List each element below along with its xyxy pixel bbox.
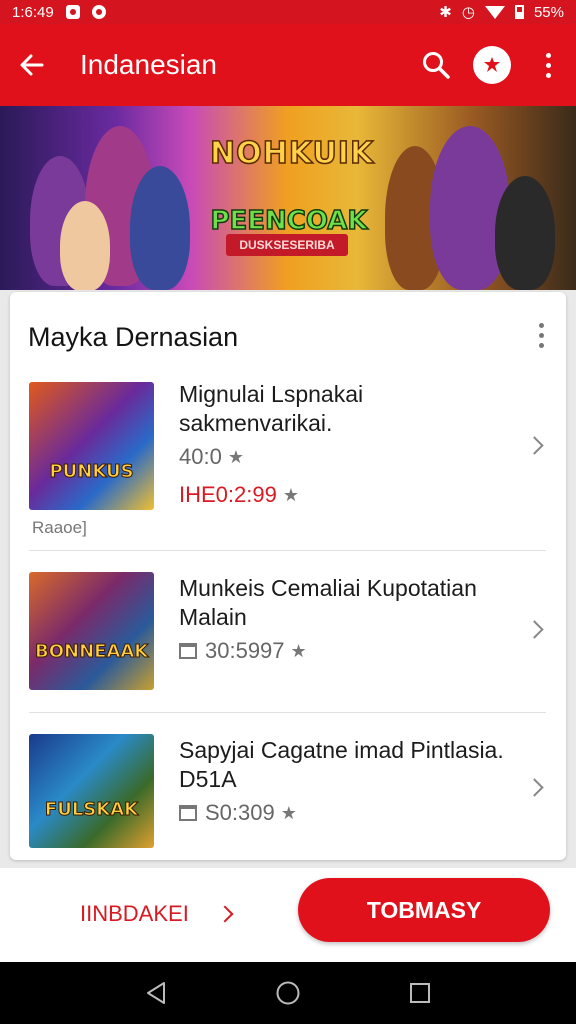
- thumbnail-label: BONNEAAK: [35, 641, 149, 663]
- item-rating: 40:0 ★: [179, 444, 244, 470]
- arrow-back-icon: [20, 54, 44, 76]
- date-value: IHE0:2:99: [179, 482, 277, 507]
- nav-home-icon: [276, 981, 300, 1005]
- item-thumbnail: FULSKAK: [29, 734, 154, 848]
- star-icon: ★: [280, 802, 297, 823]
- calendar-icon: [179, 805, 197, 821]
- list-item[interactable]: PUNKUS Mignulai Lspnakai sakmenvarikai. …: [10, 380, 566, 550]
- clock: 1:6:49: [12, 3, 54, 21]
- search-icon: [423, 52, 450, 79]
- item-thumbnail: BONNEAAK: [29, 572, 154, 690]
- item-title: Sapyjai Cagatne imad Pintlasia. D51A: [179, 737, 504, 792]
- banner-character-art: [495, 176, 555, 290]
- banner-ribbon: DUSKSESERIBA: [226, 234, 348, 256]
- content-card: Mayka Dernasian PUNKUS Mignulai Lspnakai…: [10, 292, 566, 860]
- banner-subtitle: PEENCOAK: [210, 205, 369, 237]
- status-bar: 1:6:49 ✱ ◷ 55%: [0, 0, 576, 24]
- banner-character-art: [60, 201, 110, 290]
- app-bar: Indanesian: [0, 24, 576, 106]
- thumbnail-label: PUNKUS: [49, 461, 134, 483]
- page-title: Indanesian: [80, 49, 218, 80]
- profile-badge-icon: [473, 46, 511, 84]
- chevron-right-icon: [524, 772, 544, 802]
- secondary-button-label: IINBDAKEI: [80, 901, 189, 926]
- item-date: IHE0:2:99 ★: [179, 482, 299, 508]
- alarm-icon: ◷: [461, 4, 475, 21]
- wifi-icon: [484, 5, 505, 19]
- list-item[interactable]: BONNEAAK Munkeis Cemaliai Kupotatian Mal…: [10, 570, 566, 710]
- chevron-right-icon: [524, 614, 544, 644]
- item-title: Mignulai Lspnakai sakmenvarikai.: [179, 381, 364, 436]
- calendar-icon: [179, 643, 197, 659]
- list-item[interactable]: FULSKAK Sapyjai Cagatne imad Pintlasia. …: [10, 732, 566, 860]
- star-icon: ★: [282, 484, 299, 505]
- item-date: 30:5997 ★: [179, 638, 307, 664]
- star-icon: ★: [290, 640, 307, 661]
- overflow-menu-button[interactable]: [520, 37, 576, 93]
- chevron-right-icon: [524, 430, 544, 460]
- bluetooth-icon: ✱: [439, 4, 452, 21]
- section-more-button[interactable]: [526, 320, 556, 350]
- nav-back-icon: [147, 982, 165, 1004]
- back-button[interactable]: [0, 24, 64, 106]
- hero-banner[interactable]: NOHKUIK PEENCOAK DUSKSESERIBA: [0, 106, 576, 290]
- banner-title: NOHKUIK: [209, 135, 375, 172]
- nav-home-button[interactable]: [268, 973, 308, 1013]
- item-date: S0:309 ★: [179, 800, 297, 826]
- date-value: 30:5997: [205, 638, 285, 663]
- bottom-action-bar: IINBDAKEI TOBMASY: [0, 868, 576, 962]
- more-vert-icon: [538, 322, 544, 348]
- battery-percent: 55%: [533, 3, 564, 21]
- divider: [29, 712, 546, 713]
- nav-recents-button[interactable]: [400, 973, 440, 1013]
- section-title: Mayka Dernasian: [28, 322, 239, 352]
- banner-character-art: [130, 166, 190, 290]
- item-tag: Raaoe]: [32, 518, 87, 537]
- divider: [29, 550, 546, 551]
- primary-button[interactable]: TOBMASY: [298, 878, 550, 942]
- thumbnail-label: FULSKAK: [44, 799, 139, 821]
- rating-value: 40:0: [179, 444, 222, 469]
- system-nav-bar: [0, 962, 576, 1024]
- notification-icon: [65, 5, 80, 19]
- item-title: Munkeis Cemaliai Kupotatian Malain: [179, 575, 477, 630]
- nav-recents-icon: [410, 983, 430, 1003]
- item-thumbnail: PUNKUS: [29, 382, 154, 510]
- chevron-right-icon: [216, 905, 234, 923]
- more-vert-icon: [545, 52, 551, 78]
- battery-icon: [514, 5, 524, 19]
- nav-back-button[interactable]: [136, 973, 176, 1013]
- profile-button[interactable]: [464, 37, 520, 93]
- search-button[interactable]: [408, 37, 464, 93]
- star-icon: ★: [227, 446, 244, 467]
- date-value: S0:309: [205, 800, 275, 825]
- secondary-button[interactable]: IINBDAKEI: [80, 896, 234, 932]
- app-notification-icon: [91, 5, 106, 19]
